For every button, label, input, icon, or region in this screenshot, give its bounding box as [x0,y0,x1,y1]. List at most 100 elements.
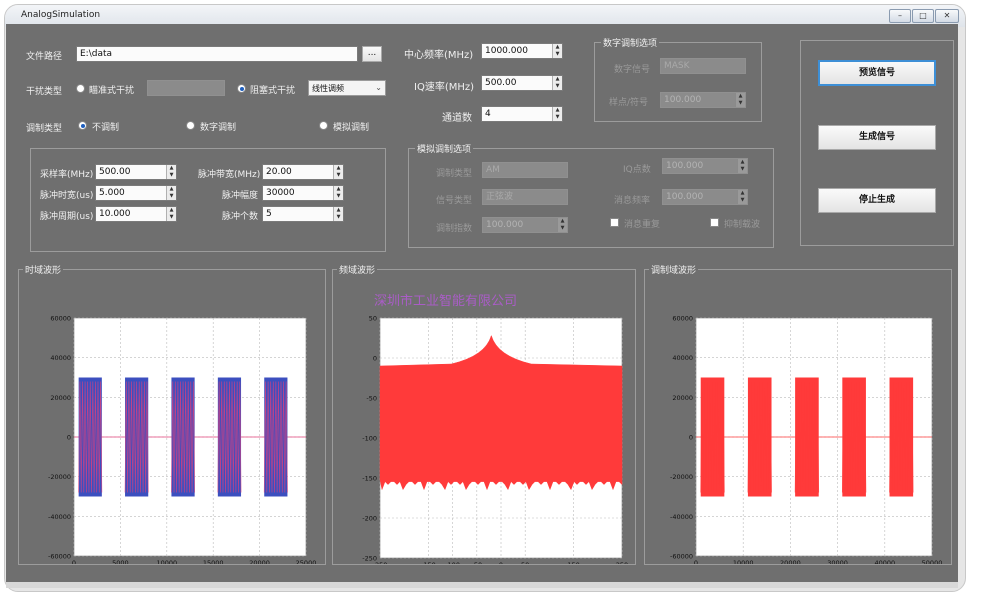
x-tick-label: 0 [499,561,503,564]
y-tick-label: -150 [362,475,377,483]
pulse-width-value: 5.000 [99,188,125,198]
maximize-button[interactable]: □ [912,9,934,23]
spin-arrows-icon[interactable]: ▲ ▼ [333,207,343,221]
spin-arrows-icon[interactable]: ▲ ▼ [557,218,567,232]
digital-options-title: 数字调制选项 [601,36,660,49]
y-tick-label: -100 [362,435,377,443]
spin-arrows-icon[interactable]: ▲ ▼ [552,44,562,58]
x-tick-label: 0 [694,559,698,564]
window-title: AnalogSimulation [21,10,101,20]
x-tick-label: 10000 [156,559,177,564]
minimize-button[interactable]: – [889,9,911,23]
analog-mod-type-label: 调制类型 [436,169,473,179]
message-repeat-checkbox[interactable] [610,218,619,227]
close-button[interactable]: ✕ [935,9,959,23]
x-tick-label: 25000 [296,559,317,564]
y-tick-label: 50 [369,315,377,323]
browse-button[interactable]: ... [362,46,382,62]
iq-rate-label: IQ速率(MHz) [414,82,475,93]
pulse-count-value: 5 [266,209,272,219]
pulse-amplitude-label: 脉冲幅度 [222,191,259,201]
file-path-input[interactable]: E:\data [76,46,358,62]
x-tick-label: 250 [616,561,628,564]
suppress-carrier-label: 抑制载波 [724,220,761,230]
x-tick-label: -250 [373,561,388,564]
analog-options-title: 模拟调制选项 [415,142,474,155]
radio-no-modulation-label: 不调制 [92,123,120,133]
radio-no-modulation[interactable] [78,121,87,130]
spin-arrows-icon[interactable]: ▲ ▼ [166,186,176,200]
y-tick-label: -20000 [670,473,693,481]
spin-arrows-icon[interactable]: ▲ ▼ [166,165,176,179]
file-path-label: 文件路径 [26,52,63,62]
message-frequency-value: 100.000 [666,192,704,202]
spin-arrows-icon[interactable]: ▲ ▼ [737,159,747,173]
spin-arrows-icon[interactable]: ▲ ▼ [166,207,176,221]
chevron-down-icon: ⌄ [375,83,382,92]
signal-type-label: 信号类型 [436,196,473,206]
signal-type-field[interactable]: 正弦波 [482,189,568,205]
x-tick-label: -150 [421,561,436,564]
spin-arrows-icon[interactable]: ▲ ▼ [333,186,343,200]
digital-signal-field[interactable]: MASK [660,58,746,74]
y-tick-label: -50 [366,395,377,403]
interference-mode-select[interactable]: 线性调频 ⌄ [308,80,386,96]
frequency-domain-chart: 500-50-100-150-200-250-250-150-100-50050… [362,315,628,565]
iq-points-spinbox[interactable]: 100.000 ▲ ▼ [662,158,748,174]
pulse-bandwidth-spinbox[interactable]: 20.00 ▲ ▼ [262,164,344,180]
spin-arrows-icon[interactable]: ▲ ▼ [552,107,562,121]
frequency-domain-title: 频域波形 [337,263,378,276]
message-repeat-label: 消息重复 [624,220,661,230]
radio-block-interference[interactable] [237,84,246,93]
modulation-index-spinbox[interactable]: 100.000 ▲ ▼ [482,217,568,233]
iq-points-value: 100.000 [666,161,704,171]
x-tick-label: 40000 [874,559,895,564]
analog-mod-type-field[interactable]: AM [482,162,568,178]
iq-rate-value: 500.00 [485,78,517,88]
iq-points-label: IQ点数 [623,165,651,175]
interference-mode-value: 线性调频 [312,84,344,93]
center-frequency-label: 中心频率(MHz) [404,50,474,61]
spin-arrows-icon[interactable]: ▲ ▼ [333,165,343,179]
y-tick-label: -40000 [670,513,693,521]
x-tick-label: 20000 [780,559,801,564]
radio-digital-modulation[interactable] [186,121,195,130]
y-tick-label: 60000 [50,315,71,323]
x-tick-label: -100 [445,561,460,564]
stop-generate-button[interactable]: 停止生成 [818,188,936,213]
generate-signal-button[interactable]: 生成信号 [818,125,936,150]
suppress-carrier-checkbox[interactable] [710,218,719,227]
x-tick-label: 5000 [112,559,129,564]
sample-rate-spinbox[interactable]: 500.00 ▲ ▼ [95,164,177,180]
channel-count-spinbox[interactable]: 4 ▲ ▼ [481,106,563,122]
main-client-area: 文件路径 E:\data ... 干扰类型 瞄准式干扰 阻塞式干扰 线性调频 ⌄… [6,24,958,582]
y-tick-label: 0 [373,355,377,363]
samples-per-symbol-label: 样点/符号 [609,98,649,108]
iq-rate-spinbox[interactable]: 500.00 ▲ ▼ [481,75,563,91]
modulation-domain-chart: 6000040000200000-20000-40000-600000 10000… [670,315,942,565]
x-tick-label: 10000 [733,559,754,564]
spin-arrows-icon[interactable]: ▲ ▼ [552,76,562,90]
center-frequency-spinbox[interactable]: 1000.000 ▲ ▼ [481,43,563,59]
x-tick-label: 0 [72,559,76,564]
pulse-count-spinbox[interactable]: 5 ▲ ▼ [262,206,344,222]
preview-signal-button[interactable]: 预览信号 [818,60,936,86]
message-frequency-spinbox[interactable]: 100.000 ▲ ▼ [662,189,748,205]
x-tick-label: -50 [471,561,482,564]
sample-rate-value: 500.00 [99,167,131,177]
pulse-bandwidth-value: 20.00 [266,167,292,177]
pulse-width-spinbox[interactable]: 5.000 ▲ ▼ [95,185,177,201]
samples-per-symbol-spinbox[interactable]: 100.000 ▲ ▼ [660,92,746,108]
status-bar [6,582,958,588]
x-tick-label: 20000 [249,559,270,564]
sample-rate-label: 采样率(MHz) [40,170,94,180]
radio-analog-modulation[interactable] [319,121,328,130]
pulse-period-spinbox[interactable]: 10.000 ▲ ▼ [95,206,177,222]
y-tick-label: -60000 [48,553,71,561]
pulse-amplitude-spinbox[interactable]: 30000 ▲ ▼ [262,185,344,201]
digital-options-group: 数字调制选项 [594,36,762,122]
spin-arrows-icon[interactable]: ▲ ▼ [735,93,745,107]
spin-arrows-icon[interactable]: ▲ ▼ [737,190,747,204]
radio-pulse-interference[interactable] [76,84,85,93]
y-tick-label: 40000 [672,354,693,362]
